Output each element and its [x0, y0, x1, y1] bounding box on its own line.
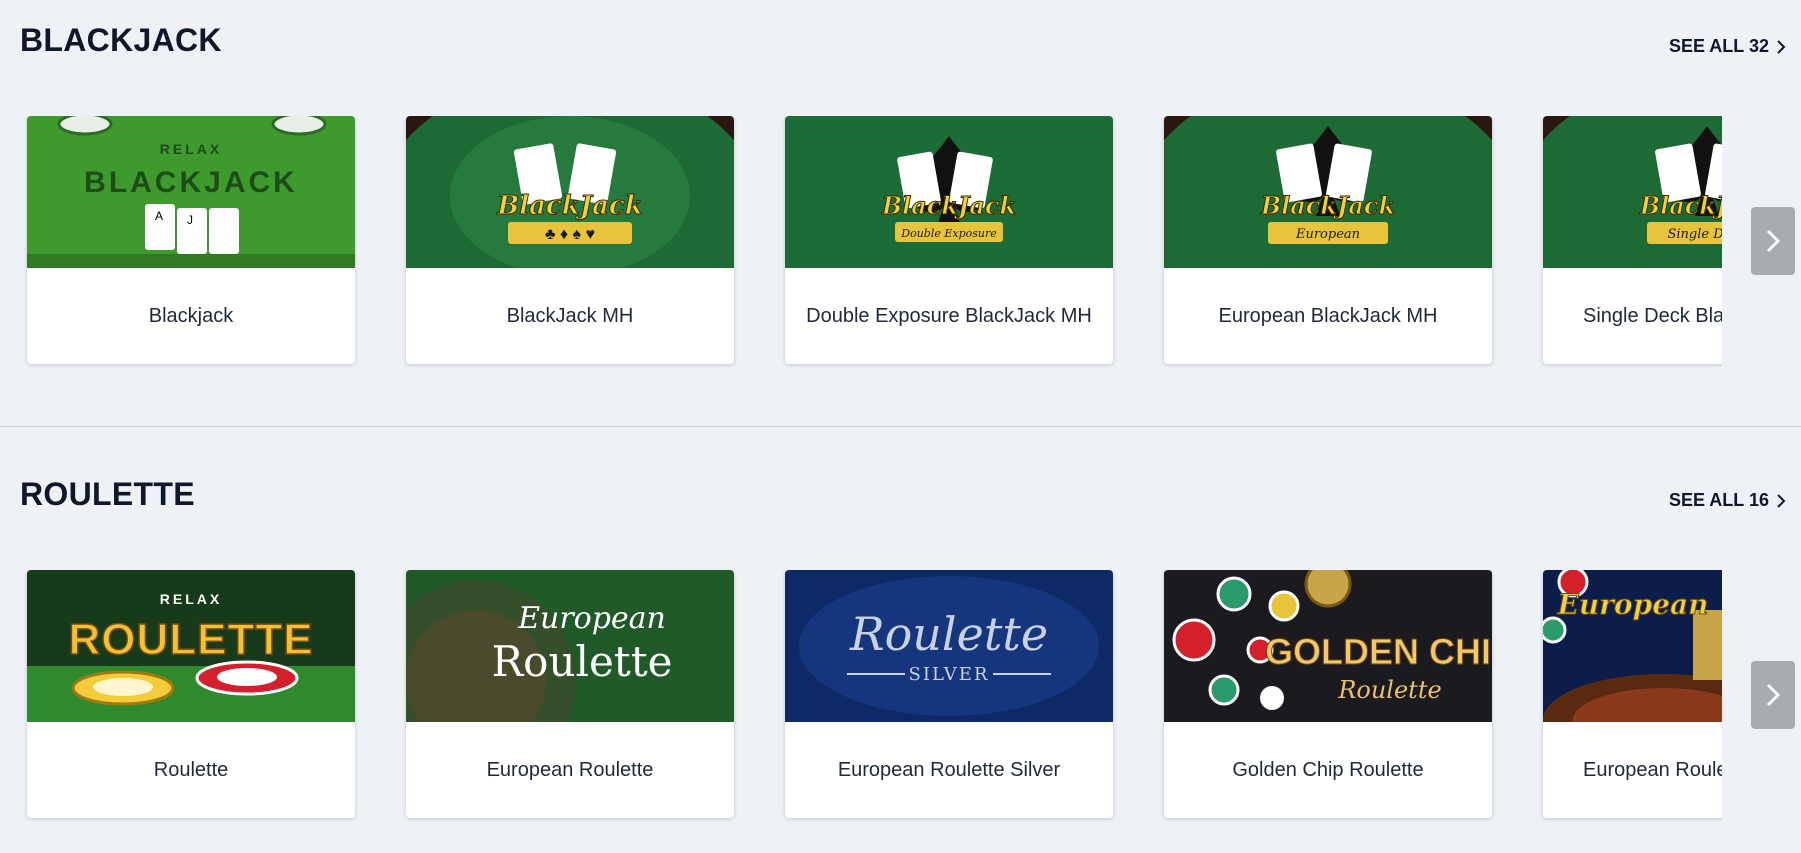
game-title: European Roulette — [486, 758, 654, 781]
game-title: BlackJack MH — [506, 304, 634, 327]
svg-text:BlackJack: BlackJack — [881, 191, 1016, 220]
svg-text:European: European — [517, 601, 666, 636]
game-thumbnail: European Roulette — [406, 570, 734, 722]
svg-text:BlackJack: BlackJack — [1639, 191, 1722, 220]
game-title: European Roulette Silver — [837, 758, 1061, 781]
game-thumbnail: BlackJack Single Deck — [1543, 116, 1722, 268]
svg-text:J: J — [187, 213, 193, 227]
svg-text:Single Deck: Single Deck — [1667, 227, 1722, 242]
svg-text:GOLDEN CHIP: GOLDEN CHIP — [1265, 631, 1492, 672]
game-thumbnail: Roulette SILVER — [785, 570, 1113, 722]
svg-text:RELAX: RELAX — [160, 141, 222, 157]
svg-text:Roulette: Roulette — [492, 637, 673, 686]
game-title: Double Exposure BlackJack MH — [806, 304, 1092, 327]
svg-text:BlackJack: BlackJack — [1260, 191, 1395, 220]
svg-text:Double Exposure: Double Exposure — [900, 227, 997, 240]
see-all-label: SEE ALL 32 — [1668, 36, 1769, 56]
game-card[interactable]: BlackJack Single Deck Single Deck BlackJ… — [1543, 116, 1722, 364]
svg-text:Roulette: Roulette — [849, 607, 1048, 661]
see-all-label: SEE ALL 16 — [1668, 490, 1769, 510]
roulette-carousel: RELAX ROULETTE Roulette European Roulett — [0, 570, 1722, 822]
game-card[interactable]: BlackJack European European BlackJack MH — [1164, 116, 1492, 364]
game-thumbnail: BlackJack European — [1164, 116, 1492, 268]
svg-text:European: European — [1295, 227, 1360, 242]
svg-text:♣ ♦ ♠ ♥: ♣ ♦ ♠ ♥ — [545, 226, 595, 243]
svg-text:Roulette: Roulette — [1337, 676, 1441, 704]
section-title: BLACKJACK — [20, 22, 222, 58]
game-title: Roulette — [153, 758, 229, 781]
game-title: European BlackJack MH — [1218, 304, 1438, 327]
svg-text:RELAX: RELAX — [160, 591, 222, 607]
game-thumbnail: GOLDEN CHIP Roulette — [1164, 570, 1492, 722]
see-all-blackjack-link[interactable]: SEE ALL 32 — [1669, 36, 1787, 57]
chevron-right-icon — [1766, 683, 1781, 707]
carousel-next-button[interactable] — [1751, 661, 1795, 729]
see-all-roulette-link[interactable]: SEE ALL 16 — [1669, 490, 1787, 511]
svg-text:ROULETTE: ROULETTE — [68, 615, 313, 664]
game-card[interactable]: BlackJack ♣ ♦ ♠ ♥ BlackJack MH — [406, 116, 734, 364]
game-thumbnail: European — [1543, 570, 1722, 722]
game-thumbnail: BlackJack Double Exposure — [785, 116, 1113, 268]
roulette-section: ROULETTE SEE ALL 16 RELAX ROULETTE Roule… — [0, 454, 1801, 853]
game-title: European Roulette — [1583, 758, 1722, 781]
svg-text:BlackJack: BlackJack — [496, 191, 643, 221]
game-card[interactable]: RELAX BLACKJACK A J Blackjack — [27, 116, 355, 364]
svg-text:European: European — [1556, 588, 1708, 621]
carousel-next-button[interactable] — [1751, 207, 1795, 275]
section-title: ROULETTE — [20, 476, 195, 512]
chevron-right-icon — [1777, 493, 1786, 508]
game-title: Golden Chip Roulette — [1232, 758, 1424, 781]
game-thumbnail: BlackJack ♣ ♦ ♠ ♥ — [406, 116, 734, 268]
blackjack-carousel: RELAX BLACKJACK A J Blackjack BlackJack … — [0, 116, 1722, 368]
game-thumbnail: RELAX BLACKJACK A J — [27, 116, 355, 268]
chevron-right-icon — [1777, 39, 1786, 54]
game-card[interactable]: RELAX ROULETTE Roulette — [27, 570, 355, 818]
game-title: Blackjack — [148, 304, 234, 327]
section-divider — [0, 426, 1801, 427]
svg-text:SILVER: SILVER — [909, 664, 990, 685]
game-card[interactable]: Roulette SILVER European Roulette Silver — [785, 570, 1113, 818]
svg-text:A: A — [155, 209, 163, 223]
chevron-right-icon — [1766, 229, 1781, 253]
game-title: Single Deck BlackJack MH — [1583, 304, 1722, 327]
game-card[interactable]: GOLDEN CHIP Roulette Golden Chip Roulett… — [1164, 570, 1492, 818]
blackjack-section: BLACKJACK SEE ALL 32 RELAX BLACKJACK A J… — [0, 0, 1801, 400]
game-card[interactable]: European European Roulette — [1543, 570, 1722, 818]
game-thumbnail: RELAX ROULETTE — [27, 570, 355, 722]
game-card[interactable]: BlackJack Double Exposure Double Exposur… — [785, 116, 1113, 364]
game-card[interactable]: European Roulette European Roulette — [406, 570, 734, 818]
svg-text:BLACKJACK: BLACKJACK — [84, 166, 298, 199]
